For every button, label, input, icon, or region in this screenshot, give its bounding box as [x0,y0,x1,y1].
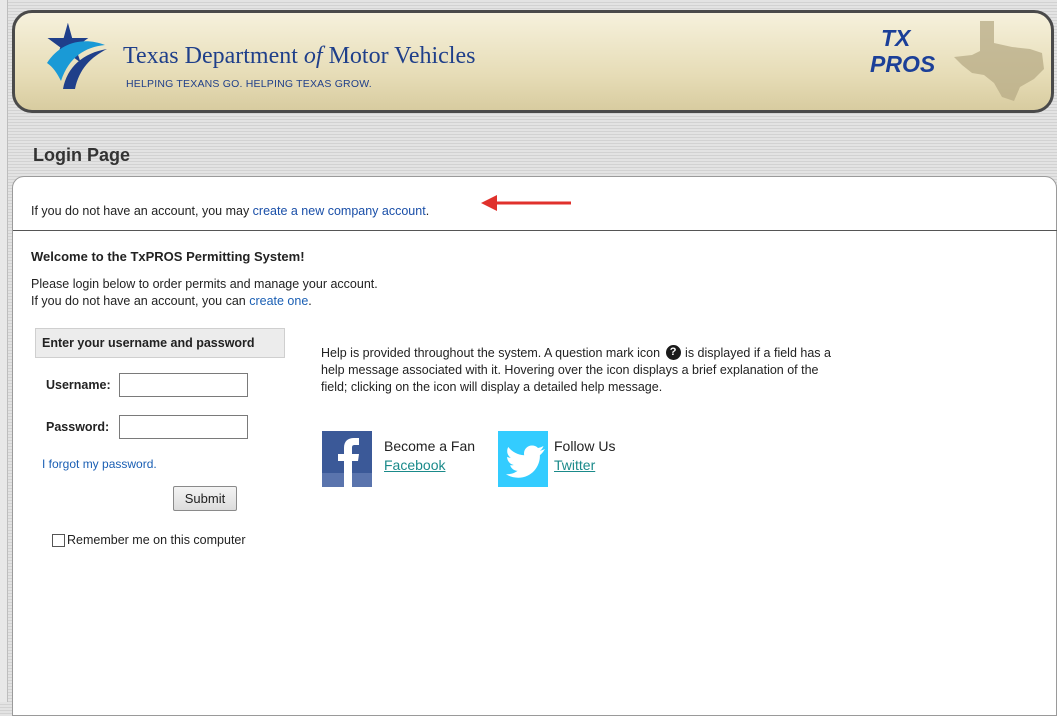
login-box-title: Enter your username and password [35,328,285,358]
twitter-icon[interactable] [498,431,548,487]
username-input[interactable] [119,373,248,397]
facebook-icon[interactable] [322,431,372,487]
remember-me-checkbox[interactable] [52,533,65,547]
agency-name: Texas Department of Motor Vehicles [123,43,476,69]
remember-me-label: Remember me on this computer [67,533,246,547]
texas-map-icon [954,21,1044,101]
forgot-password-link[interactable]: I forgot my password. [42,457,157,471]
password-input[interactable] [119,415,248,439]
intro-line-2-suffix: . [308,294,312,308]
twitter-link[interactable]: Twitter [554,457,595,473]
help-text-part-1: Help is provided throughout the system. … [321,346,664,360]
facebook-heading: Become a Fan [384,438,476,454]
window-left-rail [0,0,8,702]
section-divider [13,230,1057,231]
create-account-notice: If you do not have an account, you may c… [31,204,429,218]
welcome-heading: Welcome to the TxPROS Permitting System! [31,249,305,264]
txdmv-star-logo[interactable] [33,23,115,93]
txpros-logo-tx: TX [881,25,911,51]
intro-line-2-text: If you do not have an account, you can [31,294,250,308]
submit-button[interactable]: Submit [173,486,237,511]
main-content-panel: If you do not have an account, you may c… [12,176,1057,716]
welcome-intro: Please login below to order permits and … [31,276,378,310]
red-arrow-annotation [481,195,571,211]
remember-me-option[interactable]: Remember me on this computer [52,533,246,547]
intro-line-2: If you do not have an account, you can c… [31,293,378,310]
question-mark-icon: ? [665,345,681,360]
intro-line-1: Please login below to order permits and … [31,277,378,291]
twitter-bird-icon [505,445,545,478]
notice-text: If you do not have an account, you may [31,204,253,218]
help-description: Help is provided throughout the system. … [321,345,841,396]
agency-tagline: HELPING TEXANS GO. HELPING TEXAS GROW. [126,78,372,90]
password-label: Password: [46,420,110,434]
facebook-glyph-icon [322,438,372,487]
create-one-link[interactable]: create one [249,294,308,308]
facebook-link[interactable]: Facebook [384,457,445,473]
notice-suffix: . [425,204,430,218]
site-header-banner: Texas Department of Motor Vehicles HELPI… [12,10,1054,113]
create-company-account-link[interactable]: create a new company account [253,204,426,218]
username-label: Username: [46,378,111,392]
twitter-heading: Follow Us [554,438,616,454]
txpros-logo-pros: PROS [870,51,936,77]
page-title: Login Page [33,145,131,165]
